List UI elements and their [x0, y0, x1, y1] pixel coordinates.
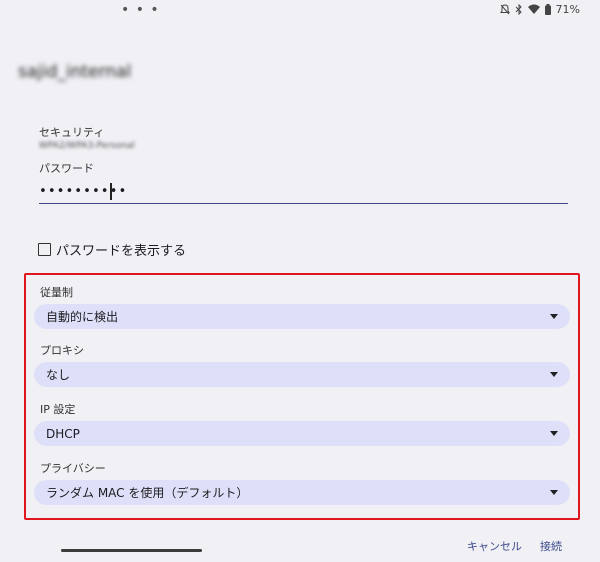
battery-percent: 71% — [555, 3, 580, 16]
privacy-label: プライバシー — [40, 462, 106, 475]
network-name-title: sajid_internal — [18, 62, 132, 82]
show-password-checkbox[interactable] — [38, 243, 51, 256]
battery-icon — [544, 4, 551, 15]
ip-settings-value: DHCP — [46, 426, 80, 441]
bluetooth-icon — [515, 4, 522, 15]
metered-dropdown[interactable]: 自動的に検出 — [34, 304, 570, 329]
show-password-checkbox-row[interactable]: パスワードを表示する — [38, 240, 186, 259]
metered-label: 従量制 — [40, 286, 73, 299]
proxy-value: なし — [46, 368, 71, 382]
password-label: パスワード — [39, 162, 94, 175]
proxy-label: プロキシ — [40, 344, 84, 357]
connect-button[interactable]: 接続 — [540, 538, 562, 554]
metered-value: 自動的に検出 — [46, 310, 119, 324]
security-value: WPA2/WPA3-Personal — [39, 141, 135, 151]
ip-settings-dropdown[interactable]: DHCP — [34, 421, 570, 446]
proxy-dropdown[interactable]: なし — [34, 362, 570, 387]
show-password-label: パスワードを表示する — [56, 244, 187, 259]
dropdown-arrow-icon — [550, 431, 558, 436]
text-cursor — [110, 183, 112, 200]
wifi-icon — [527, 4, 540, 14]
privacy-value: ランダム MAC を使用（デフォルト） — [46, 486, 249, 500]
notifications-off-icon — [499, 4, 510, 15]
cancel-button[interactable]: キャンセル — [467, 538, 522, 554]
dropdown-arrow-icon — [550, 490, 558, 495]
security-label: セキュリティ — [39, 126, 105, 139]
menu-dots: • • • — [121, 2, 160, 18]
ip-settings-label: IP 設定 — [40, 403, 76, 416]
dropdown-arrow-icon — [550, 314, 558, 319]
dropdown-arrow-icon — [550, 372, 558, 377]
password-field[interactable] — [39, 179, 568, 204]
privacy-dropdown[interactable]: ランダム MAC を使用（デフォルト） — [34, 480, 570, 505]
home-indicator[interactable] — [61, 549, 202, 552]
status-icons: 71% — [499, 3, 580, 16]
